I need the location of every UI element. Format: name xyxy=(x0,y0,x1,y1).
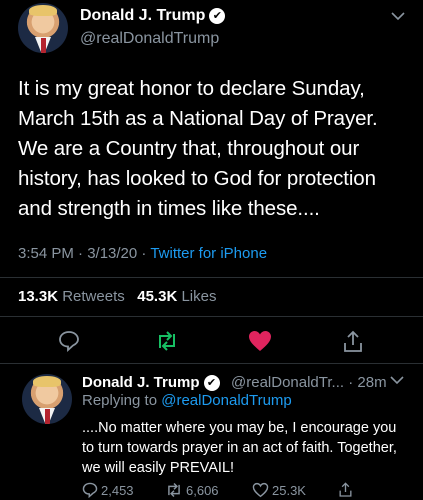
tweet-meta: 3:54 PM · 3/13/20 · Twitter for iPhone xyxy=(18,245,267,262)
divider xyxy=(0,316,423,317)
avatar[interactable] xyxy=(18,3,68,53)
reply-avatar[interactable] xyxy=(22,374,72,424)
divider xyxy=(0,363,423,364)
share-icon xyxy=(339,482,352,497)
replying-prefix: Replying to xyxy=(82,392,162,409)
reply-icon xyxy=(59,331,79,353)
likes-count: 45.3K xyxy=(137,288,178,305)
retweet-count: 6,606 xyxy=(186,482,219,498)
replying-to-link[interactable]: @realDonaldTrump xyxy=(161,392,292,409)
author-name-text: Donald J. Trump xyxy=(80,7,206,24)
reply-retweet-button[interactable]: 6,606 xyxy=(165,482,219,498)
retweets-stat[interactable]: 13.3K Retweets xyxy=(18,288,125,305)
retweet-icon xyxy=(159,331,175,351)
like-count: 25.3K xyxy=(272,482,306,498)
likes-stat[interactable]: 45.3K Likes xyxy=(137,288,216,305)
like-icon xyxy=(249,331,271,351)
tweet-source-link[interactable]: Twitter for iPhone xyxy=(150,245,267,262)
reply-reply-button[interactable]: 2,453 xyxy=(82,482,134,498)
heart-outline-icon xyxy=(252,482,269,498)
retweet-icon xyxy=(168,482,180,498)
tweet-stats: 13.3K Retweets 45.3K Likes xyxy=(18,288,216,305)
retweet-button[interactable] xyxy=(155,330,179,357)
reply-handle-time[interactable]: @realDonaldTr... · 28m xyxy=(231,374,387,391)
author-name[interactable]: Donald J. Trump ✔ xyxy=(80,7,226,25)
reply-like-button[interactable]: 25.3K xyxy=(252,482,306,498)
retweets-count: 13.3K xyxy=(18,288,59,305)
likes-label: Likes xyxy=(181,288,217,305)
chevron-down-icon[interactable] xyxy=(390,372,404,388)
reply-share-button[interactable] xyxy=(338,482,353,498)
reply-author-name[interactable]: Donald J. Trump ✔ xyxy=(82,374,220,392)
divider xyxy=(0,277,423,278)
avatar-tie xyxy=(40,38,46,53)
share-button[interactable] xyxy=(342,330,364,359)
verified-icon: ✔ xyxy=(209,7,226,24)
like-button[interactable] xyxy=(248,330,272,357)
verified-icon: ✔ xyxy=(203,375,220,392)
avatar-tie xyxy=(44,409,50,424)
share-icon xyxy=(344,330,362,352)
chevron-down-icon[interactable] xyxy=(391,8,405,24)
reply-button[interactable] xyxy=(58,330,80,357)
reply-icon xyxy=(82,482,98,498)
replying-to: Replying to @realDonaldTrump xyxy=(82,392,292,409)
reply-author-name-text: Donald J. Trump xyxy=(82,374,200,391)
tweet-timestamp: 3:54 PM · 3/13/20 · xyxy=(18,245,151,262)
avatar-hair xyxy=(29,5,57,16)
reply-count: 2,453 xyxy=(101,482,134,498)
author-handle[interactable]: @realDonaldTrump xyxy=(80,30,219,48)
avatar-hair xyxy=(33,376,61,387)
tweet-text: It is my great honor to declare Sunday, … xyxy=(18,77,378,220)
reply-text: ....No matter where you may be, I encour… xyxy=(82,420,397,476)
retweets-label: Retweets xyxy=(62,288,125,305)
